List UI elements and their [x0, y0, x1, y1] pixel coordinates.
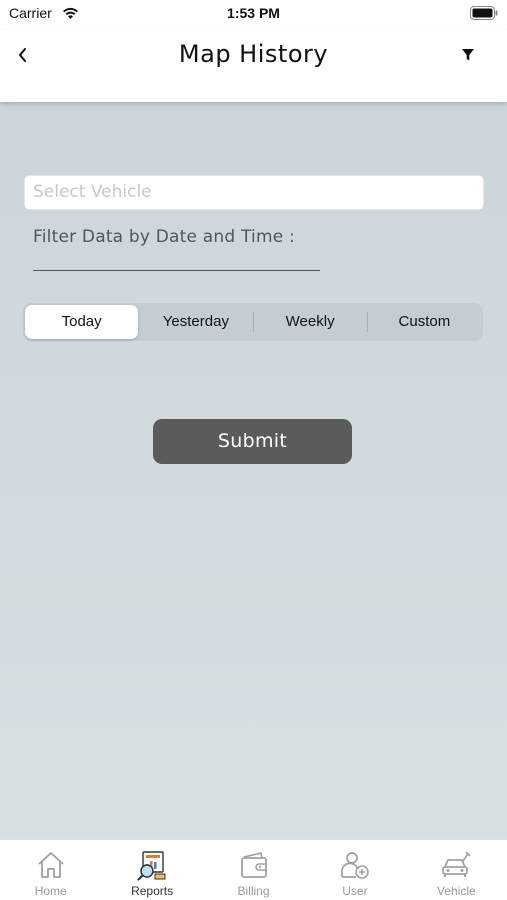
tab-bar: Home Reports Billing User Vehicle	[0, 839, 507, 900]
status-bar: Carrier 1:53 PM	[0, 0, 507, 30]
reports-icon	[137, 851, 166, 881]
filter-underline	[33, 270, 320, 271]
segment-custom[interactable]: Custom	[368, 305, 481, 339]
battery-icon	[470, 6, 498, 20]
tab-vehicle-label: Vehicle	[436, 884, 476, 898]
tab-billing[interactable]: Billing	[203, 840, 304, 900]
segment-yesterday[interactable]: Yesterday	[139, 305, 252, 339]
tab-reports-label: Reports	[131, 884, 174, 898]
filter-button[interactable]	[459, 46, 477, 64]
tab-vehicle[interactable]: Vehicle	[406, 840, 507, 900]
segment-weekly[interactable]: Weekly	[254, 305, 367, 339]
segment-today[interactable]: Today	[25, 305, 139, 339]
date-range-segmented-control: Today Yesterday Weekly Custom	[23, 303, 483, 341]
main-content: Select Vehicle Filter Data by Date and T…	[0, 102, 507, 839]
status-time: 1:53 PM	[227, 5, 280, 21]
tab-user[interactable]: User	[304, 840, 405, 900]
user-add-icon	[340, 852, 369, 879]
tab-home[interactable]: Home	[0, 840, 101, 900]
filter-date-time-label: Filter Data by Date and Time :	[33, 227, 295, 247]
page-title: Map History	[178, 40, 329, 68]
submit-button[interactable]: Submit	[153, 419, 352, 464]
funnel-icon	[462, 49, 474, 61]
wallet-icon	[240, 852, 267, 878]
navigation-bar: Map History	[0, 30, 507, 102]
tab-reports[interactable]: Reports	[101, 840, 202, 900]
car-service-icon	[442, 851, 471, 877]
vehicle-select-field[interactable]: Select Vehicle	[24, 175, 484, 210]
home-icon	[38, 852, 64, 878]
tab-user-label: User	[342, 884, 368, 898]
tab-billing-label: Billing	[237, 884, 270, 898]
tab-home-label: Home	[34, 884, 67, 898]
